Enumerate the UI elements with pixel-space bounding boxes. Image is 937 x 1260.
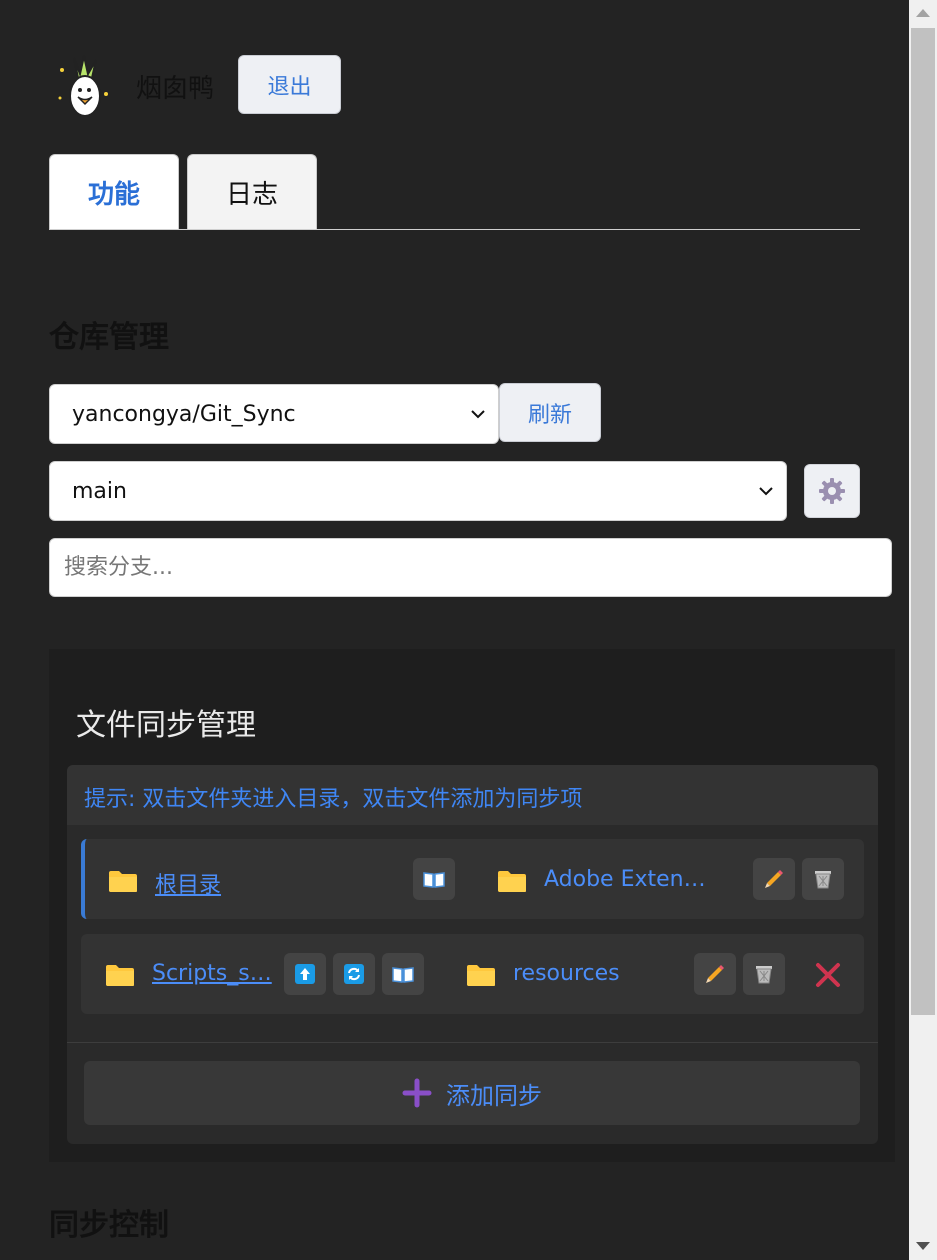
remove-row-button[interactable] xyxy=(813,960,843,990)
branch-search-input[interactable] xyxy=(49,538,892,597)
delete-button[interactable] xyxy=(802,858,844,900)
book-icon xyxy=(392,967,414,983)
upload-icon xyxy=(295,964,315,984)
pencil-icon xyxy=(765,870,783,888)
list-divider xyxy=(67,1042,878,1043)
sync-control-heading: 同步控制 xyxy=(49,1208,169,1243)
open-readme-button[interactable] xyxy=(382,953,424,995)
chevron-down-icon xyxy=(471,410,485,419)
branch-select[interactable]: main xyxy=(49,461,787,521)
book-icon xyxy=(423,872,445,888)
tab-divider xyxy=(49,229,860,230)
chevron-down-icon xyxy=(759,487,773,496)
refresh-button[interactable]: 刷新 xyxy=(499,383,601,442)
sync-target-path: Adobe Extend… xyxy=(544,867,714,892)
trash-icon xyxy=(815,871,831,889)
add-sync-button[interactable]: 添加同步 xyxy=(84,1061,860,1125)
logout-button[interactable]: 退出 xyxy=(238,55,341,114)
sync-target-path: resources xyxy=(513,961,620,986)
open-readme-button[interactable] xyxy=(413,858,455,900)
folder-icon xyxy=(498,871,526,892)
edit-button[interactable] xyxy=(753,858,795,900)
pencil-icon xyxy=(706,965,724,983)
scrollbar-thumb[interactable] xyxy=(911,28,935,1015)
edit-button[interactable] xyxy=(694,953,736,995)
gear-icon xyxy=(819,478,845,504)
repo-select[interactable]: yancongya/Git_Sync xyxy=(49,384,499,444)
repo-select-value: yancongya/Git_Sync xyxy=(72,401,296,427)
upload-button[interactable] xyxy=(284,953,326,995)
sync-source-link[interactable]: Scripts_s… xyxy=(152,961,274,986)
sync-button[interactable] xyxy=(333,953,375,995)
tab-functions[interactable]: 功能 xyxy=(49,154,179,229)
close-icon xyxy=(816,963,840,987)
tab-logs[interactable]: 日志 xyxy=(187,154,317,229)
repo-heading: 仓库管理 xyxy=(49,320,169,355)
sync-source-link[interactable]: 根目录 xyxy=(155,867,245,899)
scroll-up-icon[interactable] xyxy=(916,9,930,17)
avatar xyxy=(54,52,114,122)
trash-icon xyxy=(756,966,772,984)
delete-button[interactable] xyxy=(743,953,785,995)
refresh-icon xyxy=(344,964,364,984)
folder-icon xyxy=(106,965,134,986)
plus-icon xyxy=(402,1078,432,1108)
scroll-down-icon[interactable] xyxy=(916,1242,930,1250)
folder-icon xyxy=(109,871,137,892)
tip-text: 提示: 双击文件夹进入目录，双击文件添加为同步项 xyxy=(84,787,583,812)
add-sync-label: 添加同步 xyxy=(446,1081,542,1110)
settings-button[interactable] xyxy=(804,464,860,518)
username: 烟囱鸭 xyxy=(136,74,215,104)
file-sync-title: 文件同步管理 xyxy=(76,708,256,743)
folder-icon xyxy=(467,965,495,986)
branch-select-value: main xyxy=(72,478,127,504)
